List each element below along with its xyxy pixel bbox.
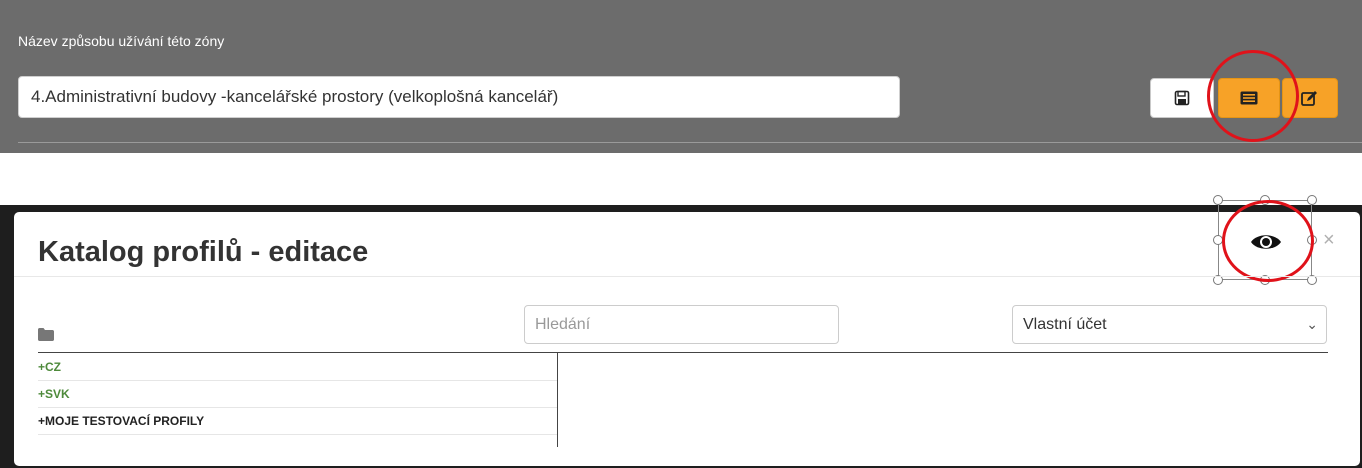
zone-label: Název způsobu užívání této zóny bbox=[18, 33, 225, 49]
pencil-square-icon bbox=[1301, 91, 1317, 106]
selection-handle[interactable] bbox=[1213, 195, 1223, 205]
selection-handle[interactable] bbox=[1307, 195, 1317, 205]
tree-item-my-test-profiles[interactable]: +MOJE TESTOVACÍ PROFILY bbox=[38, 408, 557, 435]
profile-catalog-modal: Katalog profilů - editace × Hledání Vlas… bbox=[14, 195, 1360, 466]
tree-column-divider bbox=[557, 352, 558, 447]
zone-name-input[interactable]: 4.Administrativní budovy -kancelářské pr… bbox=[18, 76, 900, 118]
close-icon[interactable]: × bbox=[1323, 229, 1335, 252]
highlight-circle-eye bbox=[1222, 200, 1314, 282]
floppy-disk-icon bbox=[1174, 90, 1190, 106]
search-input[interactable]: Hledání bbox=[524, 305, 839, 344]
tree-divider bbox=[38, 352, 1328, 353]
tree-item-cz[interactable]: +CZ bbox=[38, 354, 557, 381]
save-button[interactable] bbox=[1150, 78, 1214, 118]
modal-title: Katalog profilů - editace bbox=[38, 236, 369, 268]
divider bbox=[18, 142, 1362, 143]
chevron-down-icon: ⌄ bbox=[1306, 316, 1318, 332]
zone-panel: Název způsobu užívání této zóny 4.Admini… bbox=[0, 0, 1362, 153]
highlight-circle-catalog bbox=[1207, 50, 1299, 142]
folder-icon bbox=[38, 328, 54, 341]
account-select[interactable]: Vlastní účet ⌄ bbox=[1012, 305, 1327, 344]
account-select-value: Vlastní účet bbox=[1023, 316, 1107, 333]
modal-header-divider bbox=[14, 276, 1360, 277]
tree-item-svk[interactable]: +SVK bbox=[38, 381, 557, 408]
